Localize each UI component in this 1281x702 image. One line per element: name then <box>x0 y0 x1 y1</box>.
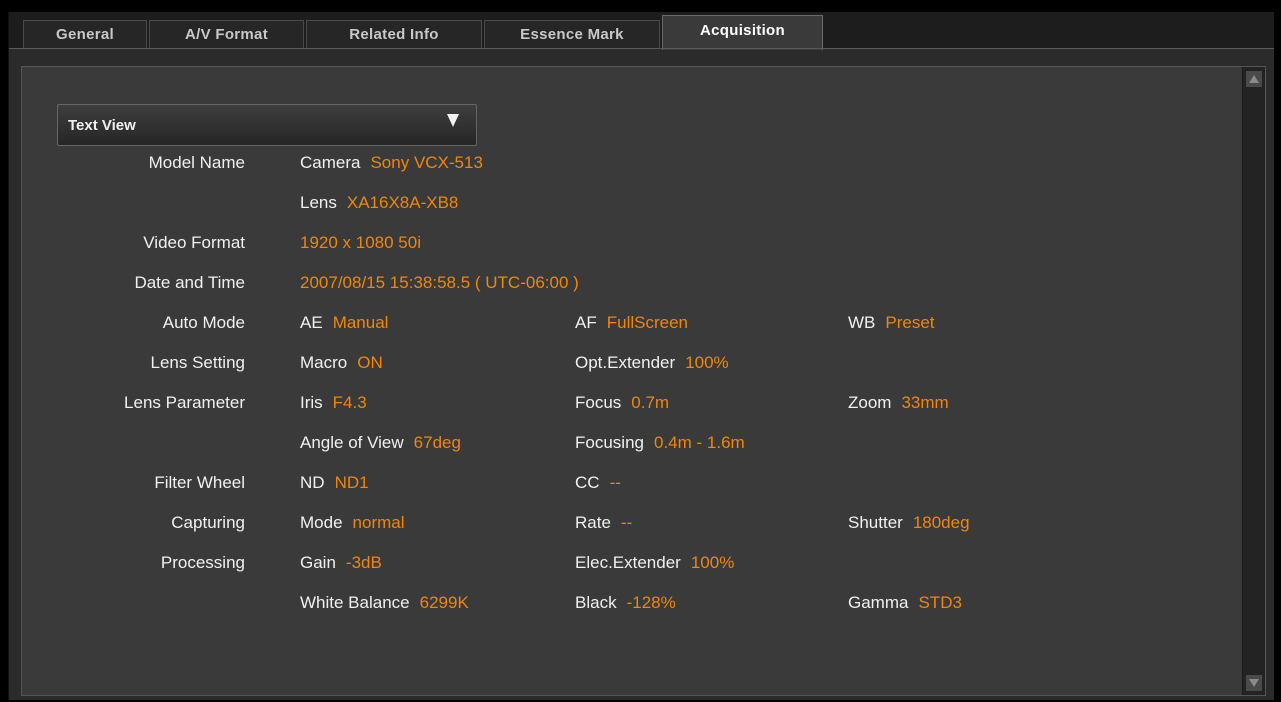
field-zoom: Zoom 33mm <box>848 393 949 412</box>
field-macro: Macro ON <box>300 353 383 372</box>
field-angle-of-view: Angle of View 67deg <box>300 433 461 452</box>
field-opt-extender: Opt.Extender 100% <box>575 353 729 372</box>
acquisition-panel: Text View Model Name Camera Sony VCX-513 … <box>21 66 1266 696</box>
label-model-name: Model Name <box>148 153 245 172</box>
field-ae: AE Manual <box>300 313 389 332</box>
field-black: Black -128% <box>575 593 676 612</box>
field-rate: Rate -- <box>575 513 633 532</box>
field-focus: Focus 0.7m <box>575 393 670 412</box>
field-mode: Mode normal <box>300 513 405 532</box>
tab-underline <box>9 48 1274 49</box>
scroll-track[interactable] <box>1243 91 1265 671</box>
arrow-down-icon <box>1249 679 1259 687</box>
vertical-scrollbar[interactable] <box>1242 67 1265 695</box>
view-select[interactable]: Text View <box>57 104 477 146</box>
tab-essence-mark[interactable]: Essence Mark <box>484 20 660 48</box>
field-focusing: Focusing 0.4m - 1.6m <box>575 433 745 452</box>
field-gain: Gain -3dB <box>300 553 382 572</box>
label-video-format: Video Format <box>143 233 245 252</box>
field-wb: WB Preset <box>848 313 935 332</box>
scroll-down-button[interactable] <box>1246 675 1262 691</box>
arrow-up-icon <box>1249 75 1259 83</box>
field-white-balance: White Balance 6299K <box>300 593 469 612</box>
metadata-window: General A/V Format Related Info Essence … <box>8 12 1274 700</box>
field-af: AF FullScreen <box>575 313 688 332</box>
tab-general[interactable]: General <box>23 20 147 48</box>
view-select-value: Text View <box>68 117 136 134</box>
field-nd: ND ND1 <box>300 473 369 492</box>
label-date-time: Date and Time <box>134 273 245 292</box>
dropdown-arrow-icon <box>447 114 459 127</box>
field-lens: Lens XA16X8A-XB8 <box>300 193 459 212</box>
field-gamma: Gamma STD3 <box>848 593 962 612</box>
label-processing: Processing <box>160 553 245 572</box>
field-video-format: 1920 x 1080 50i <box>300 233 421 252</box>
tab-acquisition[interactable]: Acquisition <box>662 15 823 50</box>
field-cc: CC -- <box>575 473 621 492</box>
label-filter-wheel: Filter Wheel <box>154 473 245 492</box>
label-auto-mode: Auto Mode <box>162 313 245 332</box>
tab-av-format[interactable]: A/V Format <box>149 20 304 48</box>
field-elec-extender: Elec.Extender 100% <box>575 553 735 572</box>
label-lens-setting: Lens Setting <box>150 353 245 372</box>
field-iris: Iris F4.3 <box>300 393 367 412</box>
field-shutter: Shutter 180deg <box>848 513 970 532</box>
tab-bar: General A/V Format Related Info Essence … <box>9 12 1274 50</box>
field-date-time: 2007/08/15 15:38:58.5 ( UTC-06:00 ) <box>300 273 579 292</box>
label-capturing: Capturing <box>171 513 245 532</box>
tab-related-info[interactable]: Related Info <box>306 20 482 48</box>
field-camera: Camera Sony VCX-513 <box>300 153 483 172</box>
label-lens-parameter: Lens Parameter <box>124 393 245 412</box>
scroll-up-button[interactable] <box>1246 71 1262 87</box>
